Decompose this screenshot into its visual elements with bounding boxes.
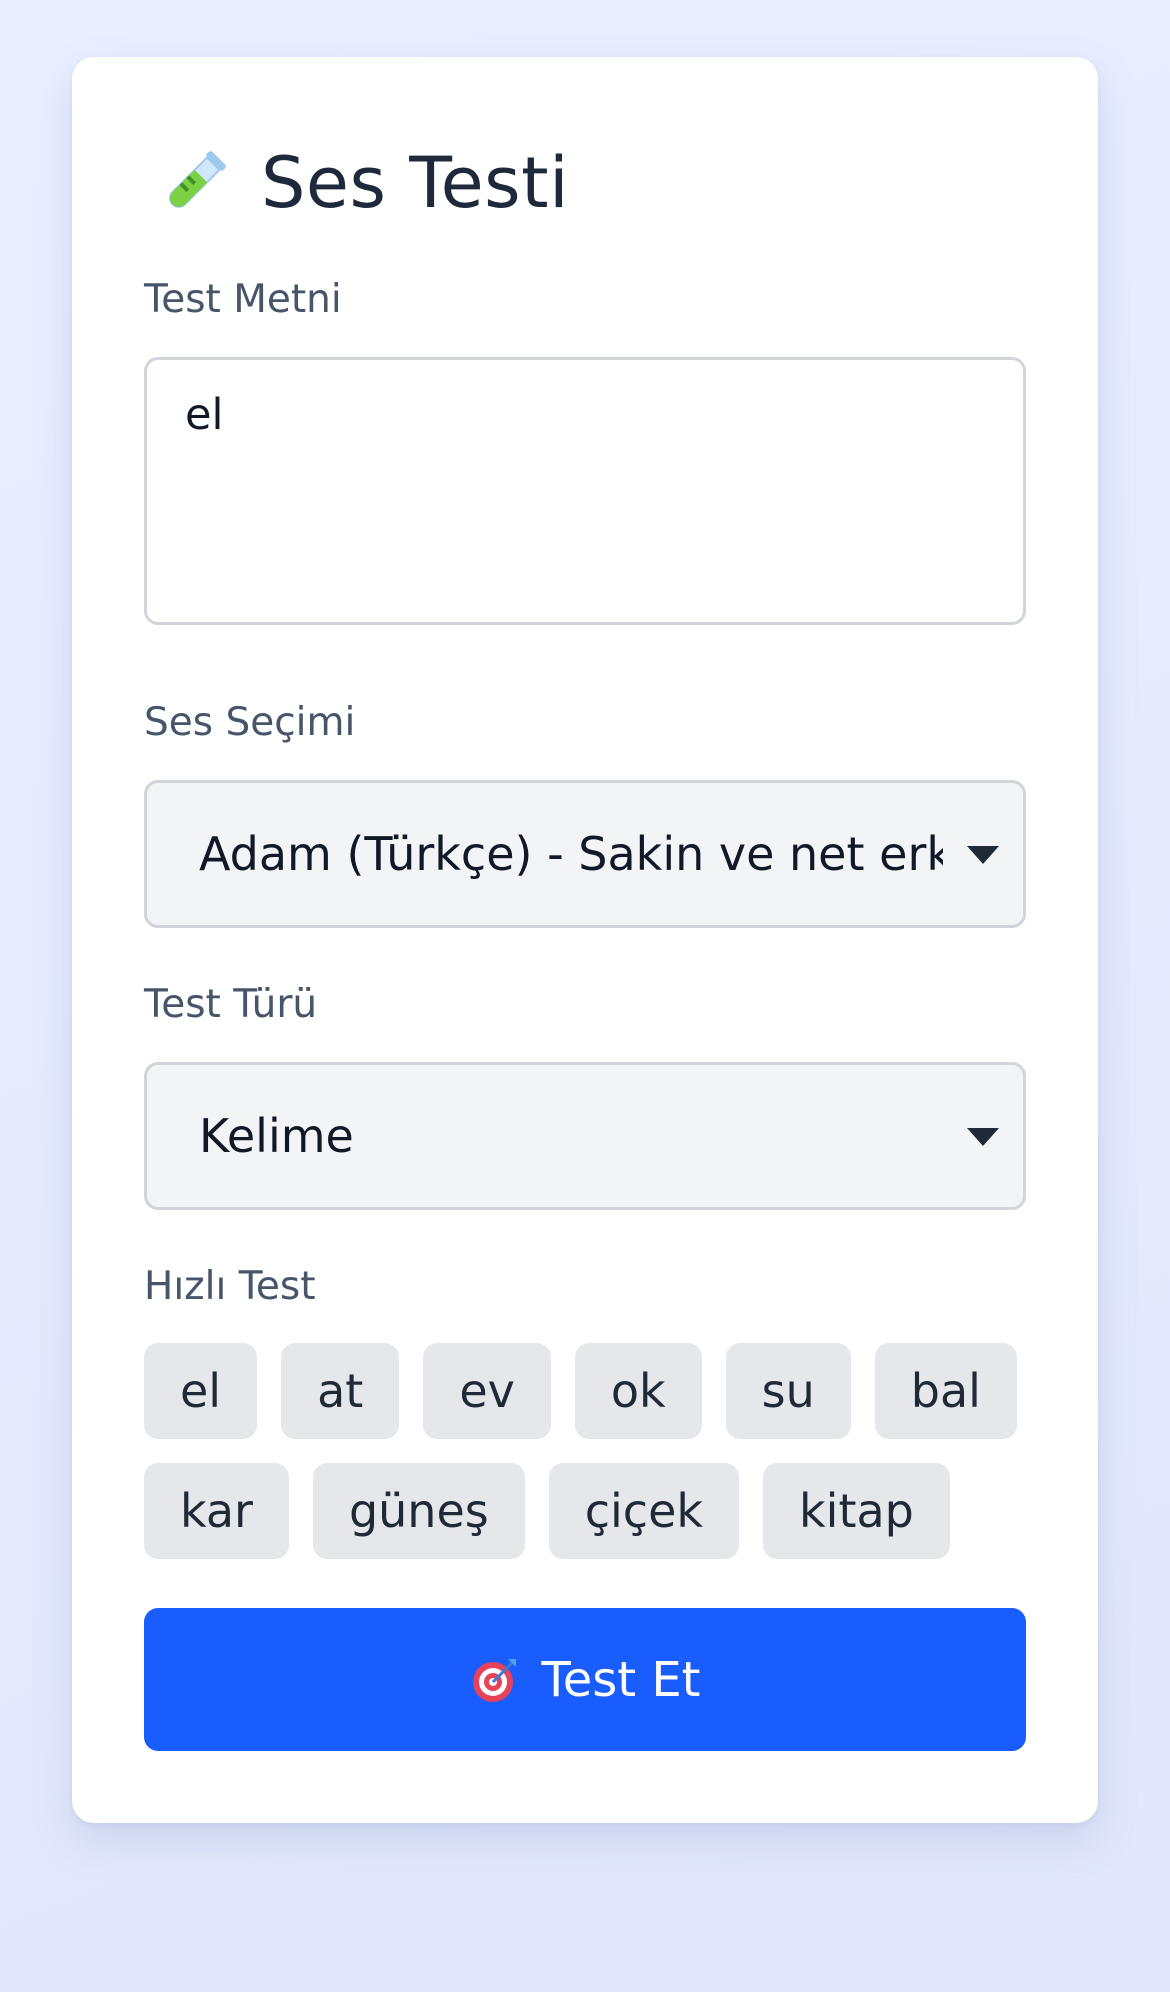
- test-type-select[interactable]: Kelime: [144, 1062, 1026, 1210]
- target-icon: [472, 1658, 516, 1702]
- test-run-label: Test Et: [541, 1651, 701, 1708]
- quick-test-label: Hızlı Test: [144, 1264, 316, 1309]
- test-run-button[interactable]: Test Et: [144, 1608, 1026, 1751]
- quick-word-chip[interactable]: ok: [574, 1343, 702, 1439]
- voice-select-label: Ses Seçimi: [144, 700, 356, 745]
- page-title: Ses Testi: [155, 133, 569, 233]
- test-text-input[interactable]: el: [144, 357, 1026, 625]
- chip-row: kar güneş çiçek kitap: [144, 1463, 1044, 1559]
- quick-word-chip[interactable]: at: [281, 1343, 400, 1439]
- voice-select-value: Adam (Türkçe) - Sakin ve net erke: [199, 827, 943, 881]
- voice-select[interactable]: Adam (Türkçe) - Sakin ve net erke: [144, 780, 1026, 928]
- test-type-label: Test Türü: [144, 982, 318, 1027]
- title-text: Ses Testi: [261, 142, 570, 224]
- test-card: Ses Testi Test Metni el Ses Seçimi Adam …: [72, 57, 1098, 1823]
- quick-word-chip[interactable]: kitap: [763, 1463, 950, 1559]
- chip-row: el at ev ok su bal: [144, 1343, 1044, 1439]
- quick-word-chip[interactable]: su: [725, 1343, 851, 1439]
- quick-word-chip[interactable]: güneş: [312, 1463, 525, 1559]
- chevron-down-icon: [967, 846, 999, 864]
- quick-word-chip[interactable]: ev: [423, 1343, 551, 1439]
- quick-word-chip[interactable]: el: [144, 1343, 258, 1439]
- quick-test-chips: el at ev ok su bal kar güneş çiçek kitap: [144, 1343, 1044, 1583]
- quick-word-chip[interactable]: kar: [144, 1463, 289, 1559]
- quick-word-chip[interactable]: bal: [874, 1343, 1017, 1439]
- test-text-label: Test Metni: [144, 277, 342, 322]
- test-type-value: Kelime: [199, 1109, 354, 1163]
- quick-word-chip[interactable]: çiçek: [548, 1463, 740, 1559]
- test-tube-icon: [169, 151, 226, 208]
- chevron-down-icon: [967, 1128, 999, 1146]
